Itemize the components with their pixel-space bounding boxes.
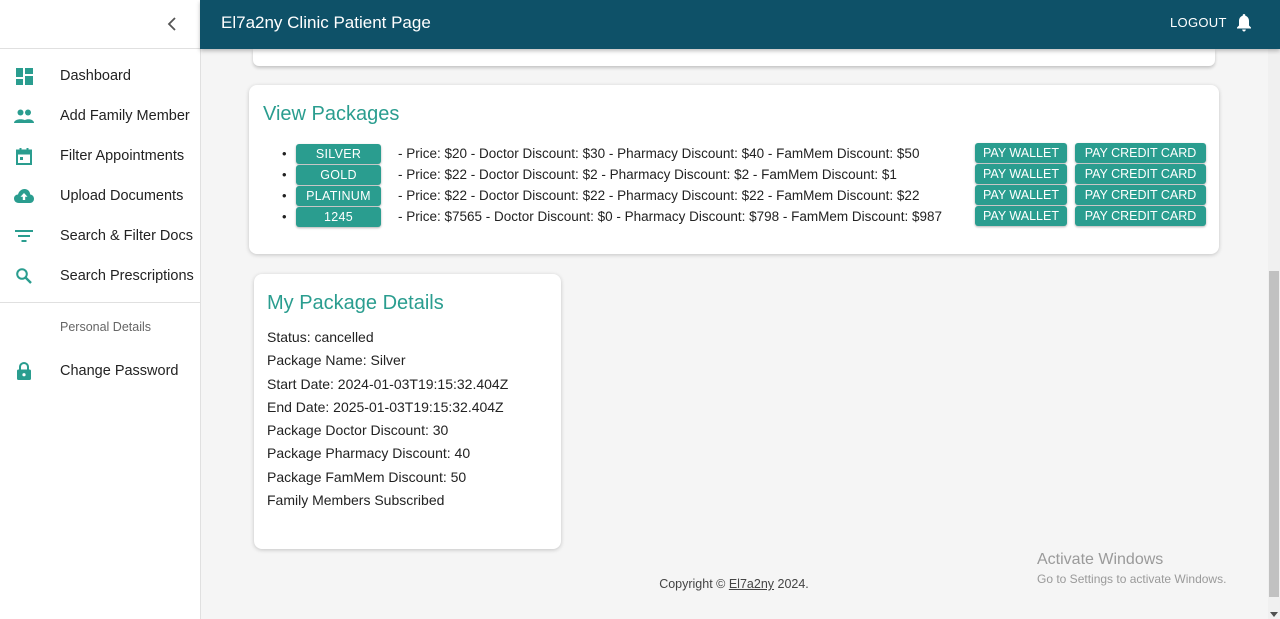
sidebar-item-label: Dashboard: [60, 68, 131, 84]
watermark-subtitle: Go to Settings to activate Windows.: [1037, 572, 1227, 586]
footer-suffix: 2024.: [774, 577, 809, 591]
package-description: - Price: $7565 - Doctor Discount: $0 - P…: [398, 209, 942, 224]
filter-icon: [14, 226, 34, 246]
package-name-button[interactable]: GOLD: [296, 165, 381, 185]
sidebar-item-label: Upload Documents: [60, 188, 184, 204]
collapse-sidebar-button[interactable]: [160, 12, 184, 36]
scroll-down-arrow-icon[interactable]: [1270, 612, 1278, 617]
package-row: • 1245 - Price: $7565 - Doctor Discount:…: [282, 206, 1212, 227]
lock-icon: [14, 361, 34, 381]
package-row: • GOLD - Price: $22 - Doctor Discount: $…: [282, 164, 1212, 185]
sidebar-item-upload-documents[interactable]: Upload Documents: [0, 176, 200, 216]
pay-credit-card-button[interactable]: PAY CREDIT CARD: [1075, 164, 1206, 184]
package-row: • PLATINUM - Price: $22 - Doctor Discoun…: [282, 185, 1212, 206]
pay-wallet-button[interactable]: PAY WALLET: [975, 206, 1067, 226]
main-content: View Packages • SILVER - Price: $20 - Do…: [201, 49, 1268, 619]
detail-fammem-discount: Package FamMem Discount: 50: [267, 468, 467, 485]
detail-package-name: Package Name: Silver: [267, 352, 406, 369]
bullet: •: [282, 146, 287, 161]
bullet: •: [282, 188, 287, 203]
package-description: - Price: $22 - Doctor Discount: $2 - Pha…: [398, 167, 897, 182]
vertical-scrollbar[interactable]: [1268, 49, 1280, 619]
detail-start-date: Start Date: 2024-01-03T19:15:32.404Z: [267, 375, 509, 392]
sidebar-nav: Dashboard Add Family Member Filter Appoi…: [0, 49, 200, 391]
sidebar-item-label: Search & Filter Docs: [60, 228, 193, 244]
bullet: •: [282, 209, 287, 224]
sidebar-item-dashboard[interactable]: Dashboard: [0, 56, 200, 96]
previous-card: [253, 49, 1215, 66]
search-icon: [14, 266, 34, 286]
activation-watermark: Activate Windows Go to Settings to activ…: [1037, 551, 1226, 586]
sidebar-item-label: Search Prescriptions: [60, 268, 194, 284]
page-title: El7a2ny Clinic Patient Page: [221, 13, 431, 32]
sidebar-subheader: Personal Details: [60, 320, 152, 334]
package-row: • SILVER - Price: $20 - Doctor Discount:…: [282, 143, 1212, 164]
watermark-title: Activate Windows: [1037, 551, 1164, 568]
footer-prefix: Copyright ©: [659, 577, 729, 591]
packages-title: View Packages: [263, 103, 400, 125]
detail-pharmacy-discount: Package Pharmacy Discount: 40: [267, 445, 471, 462]
package-details-card: My Package Details Status: cancelled Pac…: [254, 274, 561, 549]
package-name-button[interactable]: SILVER: [296, 144, 381, 164]
chevron-left-icon: [167, 17, 176, 31]
sidebar-item-search-filter-docs[interactable]: Search & Filter Docs: [0, 216, 200, 256]
footer-link[interactable]: El7a2ny: [729, 577, 774, 591]
detail-family-members: Family Members Subscribed: [267, 492, 445, 509]
package-name-button[interactable]: 1245: [296, 207, 381, 227]
bell-icon: [1237, 14, 1251, 32]
bullet: •: [282, 167, 287, 182]
details-title: My Package Details: [267, 292, 444, 314]
sidebar-item-change-password[interactable]: Change Password: [0, 351, 200, 391]
cloud-upload-icon: [14, 186, 34, 206]
sidebar-item-label: Add Family Member: [60, 108, 190, 124]
pay-credit-card-button[interactable]: PAY CREDIT CARD: [1075, 185, 1206, 205]
package-description: - Price: $22 - Doctor Discount: $22 - Ph…: [398, 188, 920, 203]
calendar-icon: [14, 146, 34, 166]
app-header: El7a2ny Clinic Patient Page LOGOUT: [200, 0, 1280, 49]
package-name-button[interactable]: PLATINUM: [296, 186, 381, 206]
sidebar-item-label: Change Password: [60, 363, 179, 379]
detail-status: Status: cancelled: [267, 329, 374, 345]
scrollbar-thumb[interactable]: [1269, 271, 1279, 597]
sidebar-item-add-family-member[interactable]: Add Family Member: [0, 96, 200, 136]
logout-button[interactable]: LOGOUT: [1170, 15, 1227, 30]
package-list: • SILVER - Price: $20 - Doctor Discount:…: [282, 143, 1212, 227]
pay-wallet-button[interactable]: PAY WALLET: [975, 185, 1067, 205]
pay-wallet-button[interactable]: PAY WALLET: [975, 164, 1067, 184]
detail-end-date: End Date: 2025-01-03T19:15:32.404Z: [267, 398, 504, 415]
sidebar-item-search-prescriptions[interactable]: Search Prescriptions: [0, 256, 200, 296]
sidebar-header: [0, 0, 200, 49]
sidebar-item-filter-appointments[interactable]: Filter Appointments: [0, 136, 200, 176]
people-icon: [14, 106, 34, 126]
sidebar: Dashboard Add Family Member Filter Appoi…: [0, 0, 201, 619]
package-description: - Price: $20 - Doctor Discount: $30 - Ph…: [398, 146, 920, 161]
details-list: Status: cancelled Package Name: Silver S…: [267, 328, 508, 514]
pay-wallet-button[interactable]: PAY WALLET: [975, 143, 1067, 163]
sidebar-item-label: Filter Appointments: [60, 148, 185, 164]
detail-doctor-discount: Package Doctor Discount: 30: [267, 422, 449, 439]
dashboard-icon: [14, 66, 34, 86]
pay-credit-card-button[interactable]: PAY CREDIT CARD: [1075, 143, 1206, 163]
notifications-button[interactable]: [1236, 13, 1254, 33]
pay-credit-card-button[interactable]: PAY CREDIT CARD: [1075, 206, 1206, 226]
packages-card: View Packages • SILVER - Price: $20 - Do…: [249, 85, 1219, 254]
